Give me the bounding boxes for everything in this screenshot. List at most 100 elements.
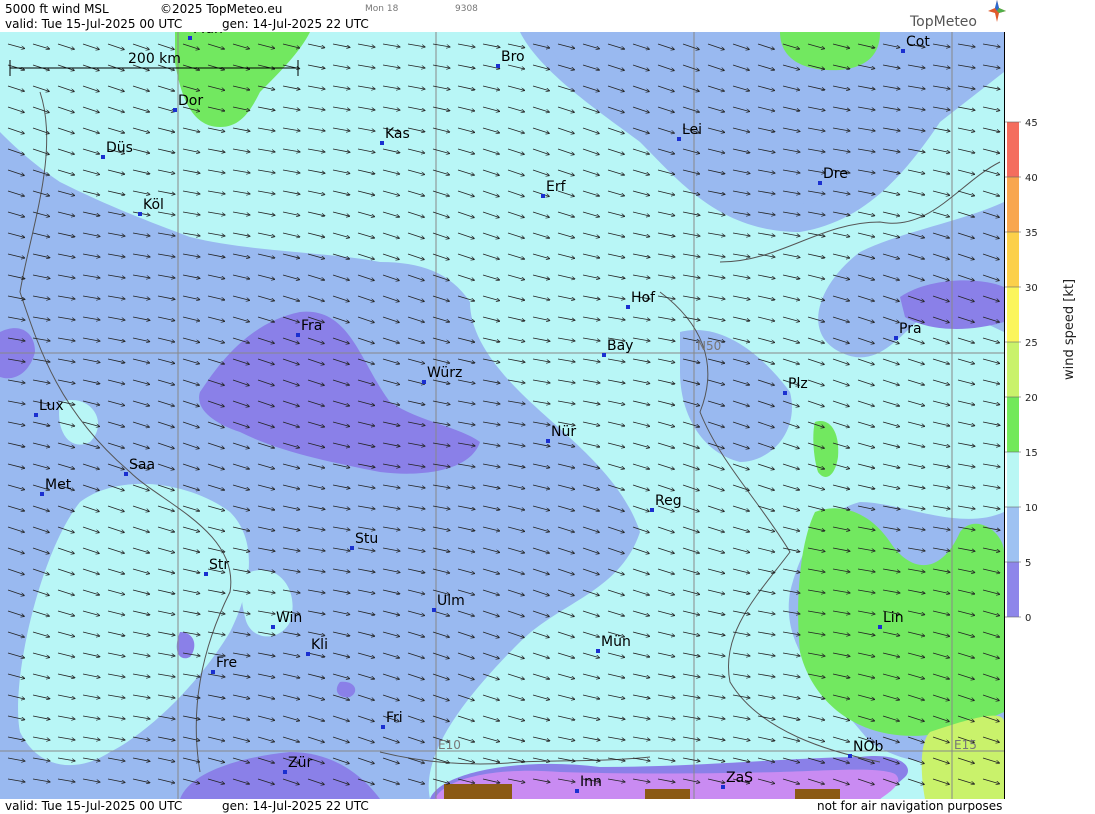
city-marker — [381, 725, 385, 729]
legend-tick-label: 10 — [1025, 503, 1038, 514]
city-marker — [575, 789, 579, 793]
footer-bar: valid: Tue 15-Jul-2025 00 UTC gen: 14-Ju… — [0, 799, 1005, 814]
valid-time: valid: Tue 15-Jul-2025 00 UTC — [5, 17, 183, 31]
city-marker — [188, 36, 192, 40]
city-label: Str — [209, 557, 230, 573]
city-marker — [783, 391, 787, 395]
city-label: Hof — [631, 290, 656, 306]
city-label: Ulm — [437, 593, 465, 609]
city-marker — [101, 155, 105, 159]
city-marker — [34, 413, 38, 417]
city-label: Met — [45, 477, 72, 493]
city-label: Düs — [106, 140, 133, 156]
legend-swatch — [1007, 452, 1019, 507]
city-marker — [283, 770, 287, 774]
disclaimer: not for air navigation purposes — [817, 799, 1003, 813]
city-label: Köl — [143, 197, 164, 213]
city-label: NÖb — [853, 739, 884, 755]
city-marker — [541, 194, 545, 198]
city-label: Mün — [601, 634, 631, 650]
city-marker — [901, 49, 905, 53]
wind-map-canvas — [0, 32, 1004, 799]
legend-swatch — [1007, 177, 1019, 232]
code-small: 9308 — [455, 4, 478, 14]
legend-swatch — [1007, 507, 1019, 562]
city-marker — [124, 472, 128, 476]
city-marker — [40, 492, 44, 496]
city-label: Erf — [546, 179, 566, 195]
city-marker — [306, 652, 310, 656]
topmeteo-logo: TopMeteo — [910, 0, 1006, 30]
legend-tick-label: 35 — [1025, 228, 1038, 239]
city-marker — [894, 336, 898, 340]
city-label: Nür — [551, 424, 577, 440]
city-marker — [546, 439, 550, 443]
generated-time: gen: 14-Jul-2025 22 UTC — [222, 17, 369, 31]
city-label: Kas — [385, 126, 410, 142]
copyright: ©2025 TopMeteo.eu — [160, 2, 283, 16]
city-marker — [350, 546, 354, 550]
city-label: Lei — [682, 122, 703, 138]
legend-tick-label: 40 — [1025, 173, 1038, 184]
legend-swatch — [1007, 232, 1019, 287]
city-label: Reg — [655, 493, 682, 509]
city-label: Würz — [427, 365, 463, 381]
city-label: Stu — [355, 531, 379, 547]
legend-swatch — [1007, 562, 1019, 617]
city-marker — [878, 625, 882, 629]
logo-text: TopMeteo — [910, 14, 977, 30]
city-label: Saa — [129, 457, 156, 473]
city-label: Cot — [906, 34, 930, 50]
city-label: Pra — [899, 321, 922, 337]
legend-tick-label: 0 — [1025, 613, 1031, 624]
legend-swatch — [1007, 287, 1019, 342]
city-marker — [650, 508, 654, 512]
legend-tick-label: 15 — [1025, 448, 1038, 459]
city-marker — [602, 353, 606, 357]
legend: 45 40 35 30 25 20 15 10 5 0 — [1005, 118, 1038, 624]
legend-tick-label: 45 — [1025, 118, 1038, 129]
city-label: Fri — [386, 710, 403, 726]
city-marker — [271, 625, 275, 629]
city-marker — [848, 754, 852, 758]
weekday-small: Mon 18 — [365, 4, 399, 14]
city-label: Lux — [39, 398, 64, 414]
legend-title: wind speed [kt] — [1062, 278, 1077, 380]
footer-valid: valid: Tue 15-Jul-2025 00 UTC — [5, 799, 183, 813]
legend-tick-label: 25 — [1025, 338, 1038, 349]
star-icon — [988, 0, 1006, 22]
grid-label-e15: E15 — [954, 738, 977, 752]
city-marker — [432, 608, 436, 612]
terrain-block — [444, 784, 512, 799]
city-marker — [173, 108, 177, 112]
terrain-block — [645, 789, 690, 799]
city-marker — [422, 380, 426, 384]
city-label: Bro — [501, 49, 525, 65]
city-label: Fra — [301, 318, 323, 334]
city-label: Dor — [178, 93, 204, 109]
grid-label-n50: N50 — [697, 339, 722, 353]
legend-tick-label: 20 — [1025, 393, 1038, 404]
legend-swatch — [1007, 397, 1019, 452]
city-marker — [496, 64, 500, 68]
city-marker — [296, 333, 300, 337]
city-marker — [138, 212, 142, 216]
wind-map[interactable]: 200 km N50 E10 E15 Mün Bro Cot Dor Kas Lei Düs… — [0, 32, 1005, 799]
city-marker — [721, 785, 725, 789]
city-marker — [677, 137, 681, 141]
city-label: Mün — [193, 32, 223, 37]
scale-bar-label: 200 km — [128, 51, 181, 67]
city-label: Win — [276, 610, 303, 626]
city-label: Lin — [883, 610, 904, 626]
city-label: Plz — [788, 376, 808, 392]
legend-swatch — [1007, 122, 1019, 177]
city-marker — [380, 141, 384, 145]
city-label: Bay — [607, 338, 634, 354]
city-label: ZaS — [726, 770, 754, 786]
legend-tick-label: 5 — [1025, 558, 1031, 569]
city-label: Dre — [823, 166, 848, 182]
city-label: Kli — [311, 637, 328, 653]
city-marker — [211, 670, 215, 674]
city-marker — [596, 649, 600, 653]
city-marker — [204, 572, 208, 576]
